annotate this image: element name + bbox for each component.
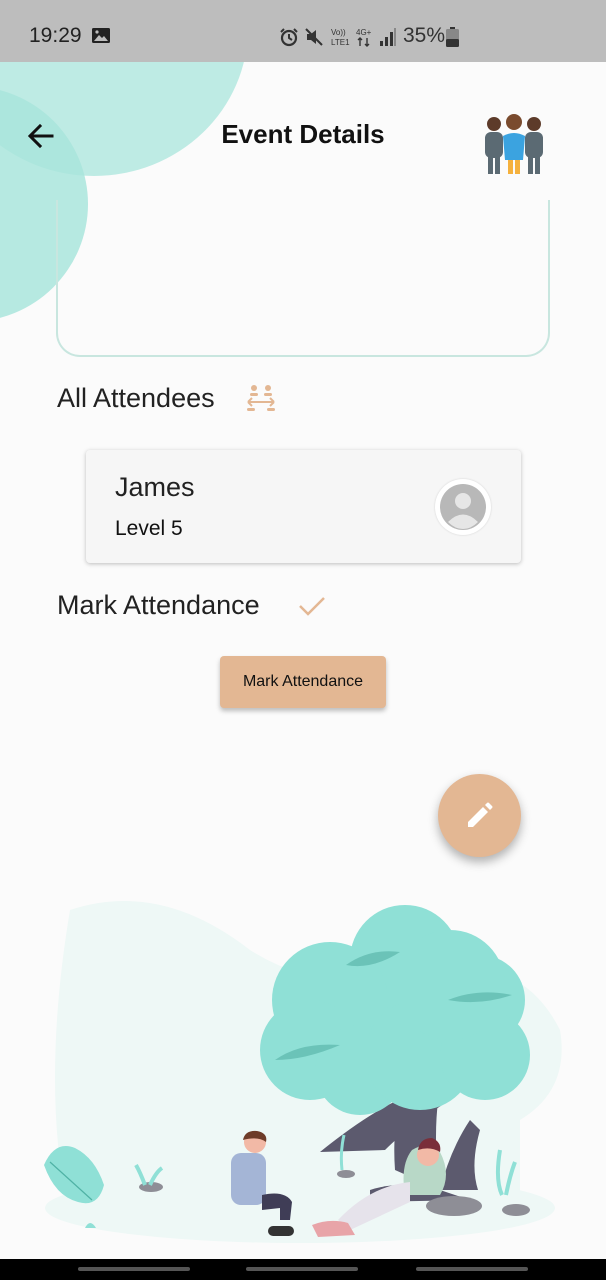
- svg-text:LTE1: LTE1: [331, 38, 350, 47]
- nav-home-button[interactable]: [246, 1267, 358, 1271]
- battery-percentage: 35%: [403, 24, 446, 47]
- edit-fab-button[interactable]: [438, 774, 521, 857]
- nav-recent-button[interactable]: [78, 1267, 190, 1271]
- battery-icon: [446, 27, 459, 47]
- event-description-card: [56, 200, 550, 357]
- signal-icon: [380, 28, 396, 46]
- all-attendees-heading: All Attendees: [57, 383, 215, 413]
- status-bar: 19:29 Vo)) LTE1 4G+ 35%: [0, 0, 606, 62]
- default-avatar-icon: [440, 484, 486, 530]
- attendee-name: James: [115, 472, 195, 502]
- image-icon: [92, 28, 110, 43]
- pencil-icon: [468, 802, 493, 827]
- park-illustration: [44, 901, 562, 1243]
- check-icon: [299, 597, 325, 616]
- svg-text:4G+: 4G+: [356, 28, 372, 37]
- nav-back-button[interactable]: [416, 1267, 528, 1271]
- avatar: [435, 479, 491, 535]
- mark-attendance-heading: Mark Attendance: [57, 590, 260, 620]
- mark-attendance-button[interactable]: Mark Attendance: [220, 656, 386, 708]
- event-details-screen: 19:29 Vo)) LTE1 4G+ 35% Event Details Al…: [0, 0, 606, 1280]
- attendee-card[interactable]: James Level 5: [86, 450, 521, 563]
- 4g-icon: 4G+: [356, 28, 372, 47]
- alarm-icon: [280, 28, 298, 47]
- mute-icon: [305, 28, 323, 46]
- navigation-bar: [0, 1259, 606, 1280]
- volte-icon: Vo)) LTE1: [331, 28, 350, 47]
- attendee-level: Level 5: [115, 517, 183, 540]
- attendees-icon: [247, 385, 275, 411]
- svg-text:Vo)): Vo)): [331, 28, 346, 37]
- people-group-icon: [485, 114, 543, 174]
- status-time: 19:29: [29, 24, 82, 47]
